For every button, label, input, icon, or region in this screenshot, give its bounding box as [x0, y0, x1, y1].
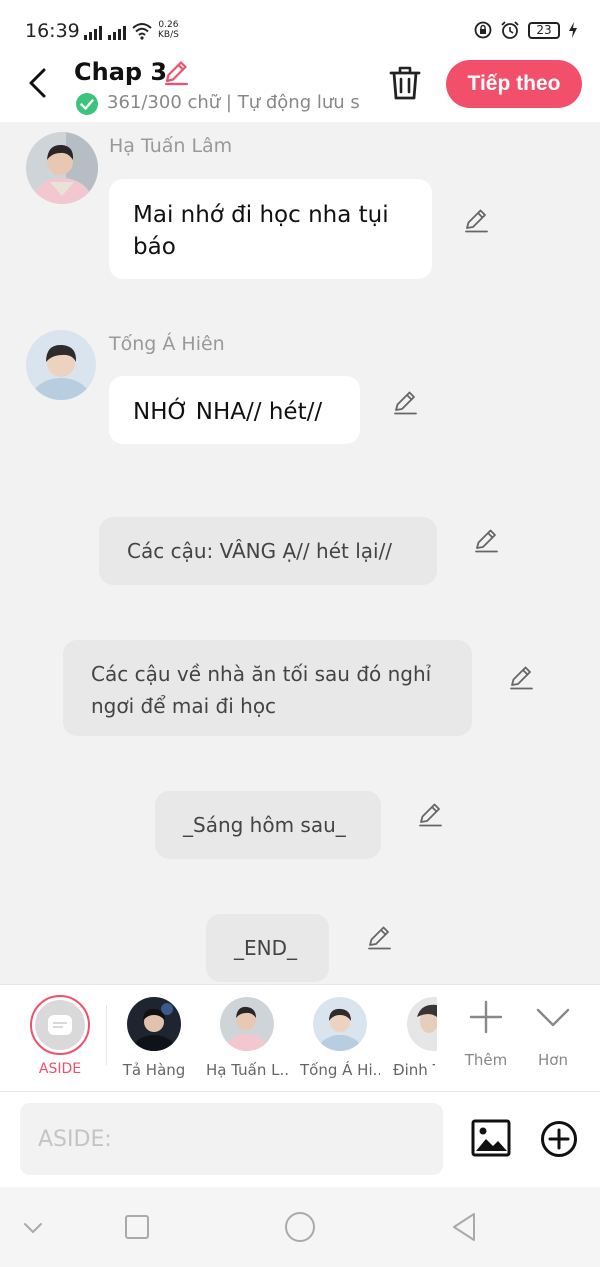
chat-area: Hạ Tuấn Lâm Mai nhớ đi học nha tụi báo T…	[0, 122, 600, 984]
message-line: báo	[133, 234, 176, 260]
aside-bubble[interactable]: _END_	[206, 914, 329, 982]
aside-bubble[interactable]: _Sáng hôm sau_	[155, 791, 381, 859]
nav-recents-icon[interactable]	[119, 1209, 155, 1245]
add-character-icon[interactable]	[466, 999, 506, 1035]
character-name: Tống Á Hi...	[300, 1061, 380, 1079]
chevron-down-icon[interactable]	[533, 999, 573, 1035]
aside-line: Các cậu: VÂNG Ạ// hét lại//	[127, 539, 393, 563]
character-selector: ASIDE Tả Hàng Hạ Tuấn L... Tống Á Hi...	[0, 984, 600, 1092]
nav-back-icon[interactable]	[447, 1209, 483, 1245]
image-icon[interactable]	[471, 1119, 511, 1157]
edit-message-icon[interactable]	[365, 923, 393, 951]
aside-line: _END_	[234, 936, 297, 960]
aside-label: ASIDE	[38, 1061, 82, 1077]
speed-value: 0.26	[158, 20, 179, 30]
editor-header: Chap 3 361/300 chữ | Tự động lưu s Tiếp …	[0, 50, 600, 122]
back-arrow-icon[interactable]	[24, 66, 52, 100]
word-count-status: 361/300 chữ | Tự động lưu s	[107, 92, 360, 113]
charging-icon	[569, 22, 577, 38]
add-circle-icon[interactable]	[540, 1120, 578, 1158]
aside-input[interactable]	[20, 1103, 443, 1175]
rotation-lock-icon	[474, 21, 492, 39]
nav-collapse-icon[interactable]	[15, 1209, 51, 1245]
edit-message-icon[interactable]	[416, 800, 444, 828]
message-line: NHỚ NHA// hét//	[133, 399, 323, 425]
aside-line: Các cậu về nhà ăn tối sau đó nghỉ	[91, 662, 432, 686]
divider	[106, 1005, 107, 1065]
input-row	[0, 1092, 600, 1187]
aside-selector[interactable]	[30, 995, 90, 1055]
character-avatar-ta-hang[interactable]	[127, 997, 181, 1051]
signal-icon-2	[108, 24, 126, 40]
nav-home-icon[interactable]	[282, 1209, 318, 1245]
battery-icon: 23	[528, 21, 560, 39]
character-name: Tả Hàng	[122, 1061, 186, 1079]
trash-icon[interactable]	[388, 64, 422, 102]
message-line: Mai nhớ đi học nha tụi	[133, 202, 389, 228]
next-button[interactable]: Tiếp theo	[446, 60, 582, 108]
edit-title-icon[interactable]	[162, 58, 190, 86]
edit-message-icon[interactable]	[472, 526, 500, 554]
message-bubble[interactable]: NHỚ NHA// hét//	[109, 376, 360, 444]
character-avatar-dinh[interactable]	[407, 997, 437, 1051]
tong-a-hien-avatar[interactable]	[26, 330, 96, 400]
system-nav-bar	[0, 1187, 600, 1267]
aside-bubble[interactable]: Các cậu về nhà ăn tối sau đó nghỉ ngơi đ…	[63, 640, 472, 736]
aside-line: ngơi để mai đi học	[91, 694, 277, 718]
signal-icon	[84, 24, 102, 40]
saved-check-icon	[76, 93, 98, 115]
aside-line: _Sáng hôm sau_	[183, 813, 346, 837]
more-label[interactable]: Thêm	[456, 1051, 516, 1069]
edit-message-icon[interactable]	[462, 206, 490, 234]
wifi-icon	[132, 23, 152, 40]
character-avatar-ha-tuan-lam[interactable]	[220, 997, 274, 1051]
network-speed: 0.26 KB/S	[158, 20, 179, 40]
character-name: Hạ Tuấn L...	[206, 1061, 290, 1079]
aside-icon	[48, 1015, 72, 1035]
edit-message-icon[interactable]	[507, 663, 535, 691]
status-time: 16:39	[25, 20, 80, 42]
speaker-name: Hạ Tuấn Lâm	[109, 135, 233, 157]
aside-bubble[interactable]: Các cậu: VÂNG Ạ// hét lại//	[99, 517, 437, 585]
speed-unit: KB/S	[158, 30, 179, 40]
speaker-name: Tống Á Hiên	[109, 333, 225, 355]
message-bubble[interactable]: Mai nhớ đi học nha tụi báo	[109, 179, 432, 279]
character-avatar-tong-a-hien[interactable]	[313, 997, 367, 1051]
ha-tuan-lam-avatar[interactable]	[26, 132, 98, 204]
edit-message-icon[interactable]	[391, 388, 419, 416]
character-name: Đinh T	[393, 1061, 435, 1079]
alarm-icon	[501, 21, 519, 39]
less-label[interactable]: Hơn	[523, 1051, 583, 1069]
chapter-title[interactable]: Chap 3	[74, 58, 167, 86]
